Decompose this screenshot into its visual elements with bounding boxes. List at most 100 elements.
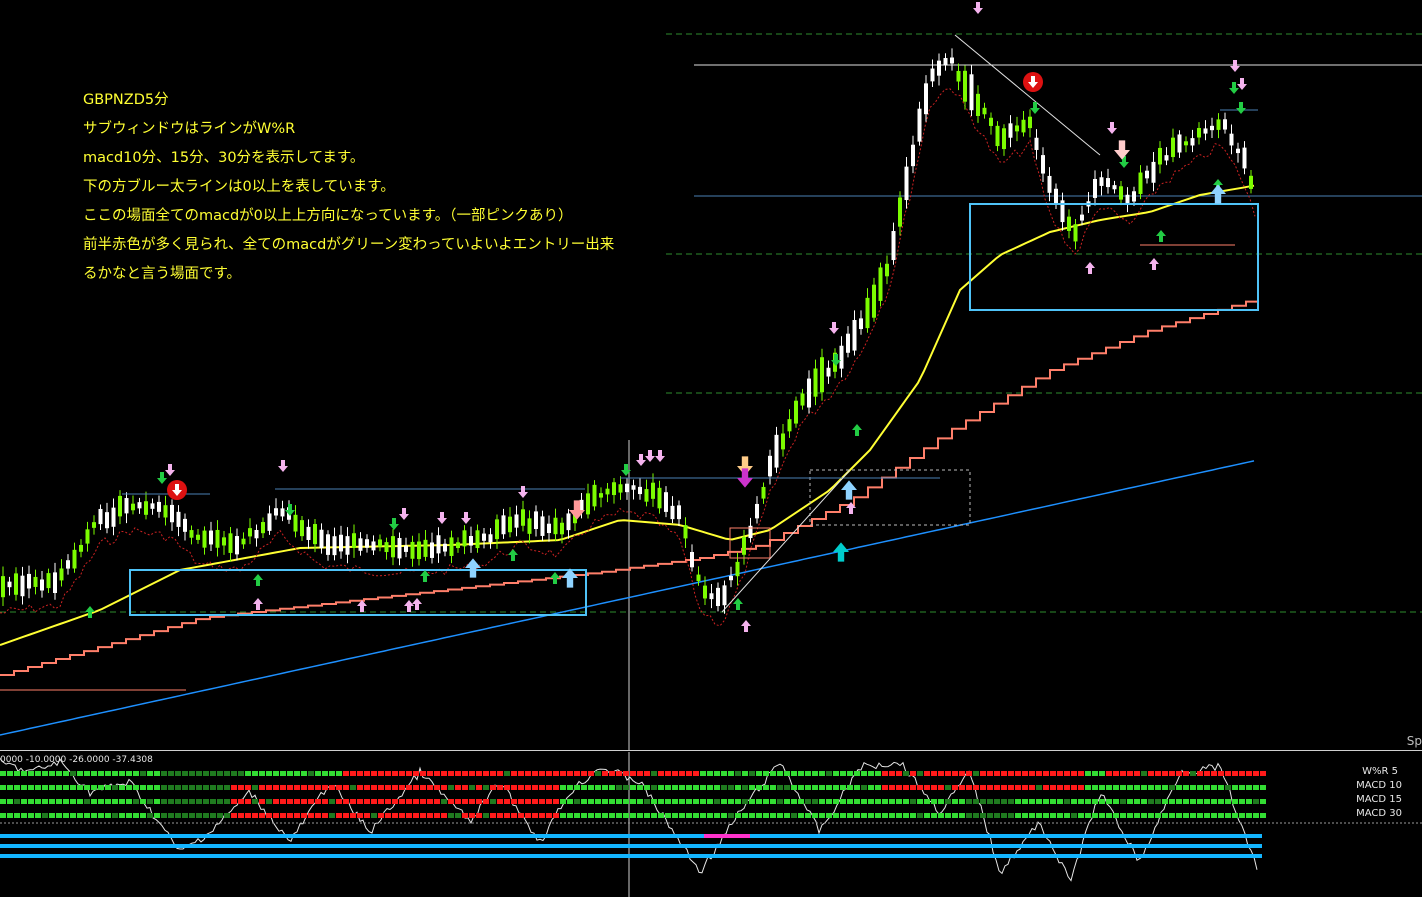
candle-body <box>963 70 967 102</box>
candle-body <box>1112 185 1117 190</box>
macd-signal-dot <box>238 785 244 790</box>
macd-signal-dot <box>182 771 188 776</box>
candle-body <box>755 503 759 519</box>
macd-signal-dot <box>875 813 881 818</box>
macd-signal-dot <box>14 785 20 790</box>
macd-signal-dot <box>161 771 167 776</box>
macd-signal-dot <box>1225 799 1231 804</box>
macd-signal-dot <box>1071 799 1077 804</box>
candle-body <box>339 534 343 552</box>
candle-body <box>1 576 5 598</box>
macd-signal-dot <box>273 771 279 776</box>
macd-signal-dot <box>147 785 153 790</box>
macd-signal-dot <box>1162 799 1168 804</box>
macd-signal-dot <box>924 813 930 818</box>
macd-signal-dot <box>1190 785 1196 790</box>
macd-signal-dot <box>602 799 608 804</box>
macd-signal-dot <box>616 799 622 804</box>
macd-signal-dot <box>854 799 860 804</box>
macd-signal-dot <box>1204 771 1210 776</box>
candle-body <box>651 482 655 499</box>
candle-body <box>852 319 857 351</box>
macd-signal-dot <box>483 771 489 776</box>
macd-signal-dot <box>266 785 272 790</box>
macd-signal-dot <box>819 785 825 790</box>
macd-signal-dot <box>959 813 965 818</box>
candle-body <box>716 587 720 607</box>
macd-signal-dot <box>287 771 293 776</box>
row-label-macd10: MACD 10 <box>1356 780 1402 791</box>
macd-signal-dot <box>196 813 202 818</box>
macd-signal-dot <box>1253 799 1259 804</box>
macd-signal-dot <box>546 771 552 776</box>
candle-body <box>1132 191 1136 202</box>
up-arrow-icon <box>404 600 414 612</box>
macd-signal-dot <box>112 813 118 818</box>
macd-signal-dot <box>84 813 90 818</box>
macd-signal-dot <box>693 813 699 818</box>
candle-body <box>202 530 207 548</box>
candle-body <box>241 538 246 545</box>
candle-body <box>332 536 337 556</box>
macd-signal-dot <box>798 799 804 804</box>
macd-signal-dot <box>735 785 741 790</box>
candle-body <box>800 393 805 406</box>
macd-signal-dot <box>1092 799 1098 804</box>
macd-signal-dot <box>665 799 671 804</box>
candle-body <box>131 503 135 511</box>
macd-signal-dot <box>1239 813 1245 818</box>
macd-signal-dot <box>399 771 405 776</box>
macd-signal-dot <box>581 771 587 776</box>
indicator-subwindow[interactable] <box>0 752 1422 897</box>
candle-body <box>1138 172 1143 194</box>
candle-body <box>469 535 473 546</box>
candle-body <box>196 534 200 540</box>
candle-body <box>969 74 974 111</box>
note-line-7: るかなと言う場面です。 <box>83 266 242 282</box>
macd-signal-dot <box>42 799 48 804</box>
macd-signal-dot <box>623 799 629 804</box>
candle-body <box>612 482 616 496</box>
macd-signal-dot <box>651 799 657 804</box>
candle-body <box>742 536 746 555</box>
macd-signal-dot <box>903 785 909 790</box>
macd-signal-dot <box>371 799 377 804</box>
macd-signal-dot <box>1043 799 1049 804</box>
macd-signal-dot <box>322 771 328 776</box>
macd-signal-dot <box>84 785 90 790</box>
macd-signal-dot <box>1169 785 1175 790</box>
macd-signal-dot <box>252 785 258 790</box>
macd-signal-dot <box>812 785 818 790</box>
up-arrow-icon <box>550 572 560 584</box>
candle-body <box>1093 178 1097 198</box>
macd-signal-dot <box>1015 785 1021 790</box>
macd-signal-dot <box>217 771 223 776</box>
candle-body <box>1125 194 1130 205</box>
candle-body <box>547 523 551 534</box>
macd-signal-dot <box>945 785 951 790</box>
candle-body <box>144 501 148 515</box>
macd-signal-dot <box>385 771 391 776</box>
candle-body <box>1021 119 1026 133</box>
candle-body <box>326 534 330 555</box>
note-line-4: 下の方ブルー太ラインは0以上を表しています。 <box>83 179 395 195</box>
macd-signal-dot <box>868 771 874 776</box>
macd-signal-dot <box>70 785 76 790</box>
macd-signal-dot <box>777 813 783 818</box>
macd-signal-dot <box>1176 799 1182 804</box>
candle-body <box>98 508 103 525</box>
note-line-5: ここの場面全てのmacdが0以上上方向になっています。（一部ピンクあり） <box>83 208 573 224</box>
macd-signal-dot <box>406 785 412 790</box>
macd-signal-dot <box>1246 813 1252 818</box>
macd-signal-dot <box>840 785 846 790</box>
macd-signal-dot <box>210 813 216 818</box>
macd-signal-dot <box>595 813 601 818</box>
macd-signal-dot <box>1141 785 1147 790</box>
macd-signal-dot <box>147 799 153 804</box>
macd-signal-dot <box>1246 771 1252 776</box>
macd-signal-dot <box>434 813 440 818</box>
macd-signal-dot <box>826 785 832 790</box>
macd-signal-dot <box>539 785 545 790</box>
macd-signal-dot <box>896 813 902 818</box>
macd-signal-dot <box>385 813 391 818</box>
